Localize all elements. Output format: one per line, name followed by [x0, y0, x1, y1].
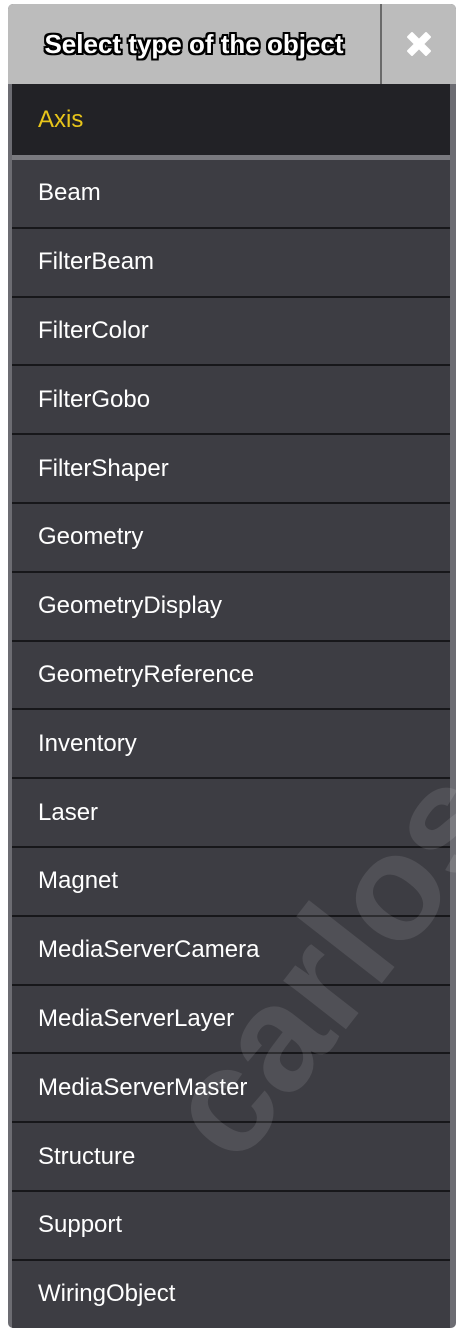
list-item-axis[interactable]: Axis [12, 84, 450, 160]
list-item-support[interactable]: Support [12, 1191, 450, 1261]
list-item-magnet[interactable]: Magnet [12, 847, 450, 917]
select-object-type-dialog: Select type of the object Axis Beam Filt… [8, 4, 456, 1328]
dialog-title: Select type of the object [44, 29, 344, 59]
list-item-filterbeam[interactable]: FilterBeam [12, 228, 450, 298]
list-item-geometryreference[interactable]: GeometryReference [12, 641, 450, 711]
list-item-filtershaper[interactable]: FilterShaper [12, 435, 450, 504]
list-item-inventory[interactable]: Inventory [12, 710, 450, 780]
list-item-mediaserverlayer[interactable]: MediaServerLayer [12, 985, 450, 1055]
list-item-structure[interactable]: Structure [12, 1123, 450, 1192]
list-item-geometrydisplay[interactable]: GeometryDisplay [12, 572, 450, 642]
object-type-list: Axis Beam FilterBeam FilterColor FilterG… [8, 84, 456, 1328]
list-item-filtercolor[interactable]: FilterColor [12, 297, 450, 367]
dialog-title-bar: Select type of the object [8, 4, 456, 84]
list-item-beam[interactable]: Beam [12, 160, 450, 229]
list-item-wiringobject[interactable]: WiringObject [12, 1260, 450, 1328]
list-item-mediaservercamera[interactable]: MediaServerCamera [12, 916, 450, 986]
list-item-mediaservermaster[interactable]: MediaServerMaster [12, 1054, 450, 1124]
close-button[interactable] [382, 4, 456, 84]
list-item-geometry[interactable]: Geometry [12, 503, 450, 573]
list-item-filtergobo[interactable]: FilterGobo [12, 366, 450, 436]
close-x-icon [407, 32, 431, 56]
list-item-laser[interactable]: Laser [12, 779, 450, 848]
